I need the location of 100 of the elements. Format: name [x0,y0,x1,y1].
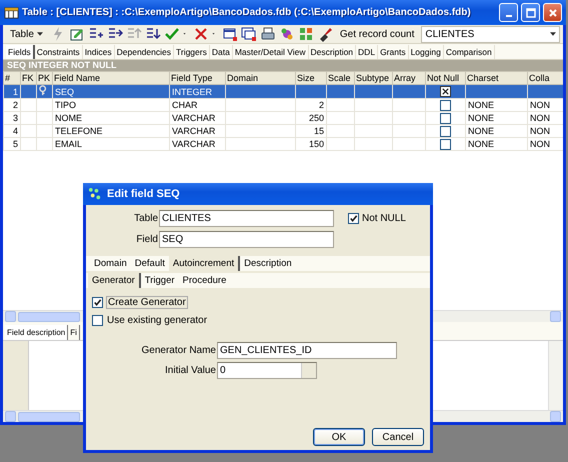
checkbox[interactable] [92,297,103,308]
table-cell: NON [528,112,563,124]
checkbox[interactable] [440,138,451,150]
tab[interactable]: DDL [356,44,378,58]
column-header[interactable]: Domain [226,72,296,84]
checkbox-label: Create Generator [106,296,188,309]
column-header[interactable]: Scale [326,72,354,84]
ok-button[interactable]: OK [313,428,365,446]
table-cell: NON [528,138,563,150]
grid-window-icon[interactable] [222,26,238,42]
checkmark-icon[interactable] [164,26,180,42]
dialog-title: Edit field SEQ [107,188,180,200]
table-combo[interactable]: CLIENTES [421,26,560,42]
table-cell: 250 [296,112,326,124]
tab[interactable]: Default [130,256,169,271]
cross-icon[interactable] [192,26,209,42]
column-header[interactable]: FK [20,72,36,84]
table-cell: 2 [296,98,326,112]
tab[interactable]: Indices [82,44,115,58]
column-header[interactable]: Size [296,72,326,84]
checkbox[interactable] [348,213,359,224]
column-header[interactable]: # [4,72,20,84]
table-cell: CHAR [170,98,226,112]
tab[interactable]: Domain [90,256,131,271]
table-cell: NONE [466,98,528,112]
grid-window-icon[interactable] [240,26,257,42]
move-down-icon[interactable] [144,26,161,42]
tab[interactable]: Grants [378,44,409,58]
column-header[interactable]: Charset [466,72,528,84]
initial-value-label: Initial Value [164,365,217,376]
tab[interactable]: Constraints [34,44,83,58]
column-header[interactable]: Colla [528,72,563,84]
table-cell: EMAIL [52,138,170,150]
table-cell: NON [528,98,563,112]
table-cell: NON [528,124,563,138]
close-icon [548,8,558,18]
dots-icon [88,186,103,202]
table-cell: VARCHAR [170,138,226,150]
tab[interactable]: Comparison [444,44,495,58]
column-header[interactable]: Field Type [170,72,226,84]
column-header[interactable]: Field Name [52,72,170,84]
table-cell: VARCHAR [170,124,226,138]
tab[interactable]: Autoincrement [168,256,240,271]
table-cell: 150 [296,138,326,150]
tab[interactable]: Data [210,44,233,58]
field-field[interactable]: SEQ [159,231,334,248]
table-menu-button[interactable]: Table [6,26,47,42]
tab[interactable]: Fields [6,44,35,58]
tab[interactable]: Description [240,256,296,271]
printer-icon[interactable] [260,26,276,42]
table-cell: 1 [4,84,20,98]
tab[interactable]: Field description [5,325,68,340]
table-field[interactable]: CLIENTES [159,210,334,227]
maximize-button[interactable] [521,3,540,22]
table-label: Table [133,213,159,224]
tab[interactable]: Generator [88,273,141,288]
table-cell: 5 [4,138,20,150]
tab[interactable]: Dependencies [114,44,174,58]
checkbox[interactable] [440,112,451,124]
table-cell: VARCHAR [170,112,226,124]
tab[interactable]: Trigger [140,273,179,288]
form-edit-icon[interactable] [68,26,85,42]
caret-icon [550,32,556,36]
column-header[interactable]: Subtype [354,72,392,84]
table-cell: 15 [296,124,326,138]
table-cell: NONE [466,124,528,138]
table-cell: SEQ [52,84,170,98]
tab[interactable]: Master/Detail View [232,44,309,58]
table-cell: NONE [466,112,528,124]
checkbox[interactable] [440,86,451,98]
tab[interactable]: Procedure [178,273,230,288]
table-cell: TELEFONE [52,124,170,138]
close-button[interactable] [543,3,562,22]
record-count-button[interactable]: Get record count [336,26,418,42]
column-header[interactable]: PK [36,72,52,84]
checkbox[interactable] [92,315,103,326]
generator-name-label: Generator Name [140,345,217,356]
checkbox[interactable] [440,126,451,137]
minimize-icon [506,14,512,16]
table-cell: 3 [4,112,20,124]
table-cell: TIPO [52,98,170,112]
generator-name-field[interactable]: GEN_CLIENTES_ID [217,342,397,359]
column-header[interactable]: Array [392,72,426,84]
tab[interactable]: Logging [408,44,444,58]
minimize-button[interactable] [499,3,518,22]
tab[interactable]: Triggers [174,44,210,58]
info-bar: SEQ INTEGER NOT NULL [3,60,563,71]
maximize-icon [526,8,536,18]
table-cell: INTEGER [170,84,226,98]
checkbox[interactable] [440,100,451,111]
caret-icon [36,32,43,36]
initial-value-spinner[interactable]: 0 [217,362,317,379]
column-header[interactable]: Not Null [426,72,466,84]
not-null-label: Not NULL [362,213,406,224]
table-cell: NONE [466,138,528,150]
tab[interactable]: Description [308,44,356,58]
cancel-button[interactable]: Cancel [372,428,424,446]
table-icon [4,5,19,20]
vertical-scrollbar[interactable] [548,341,563,410]
field-label: Field [135,234,159,245]
